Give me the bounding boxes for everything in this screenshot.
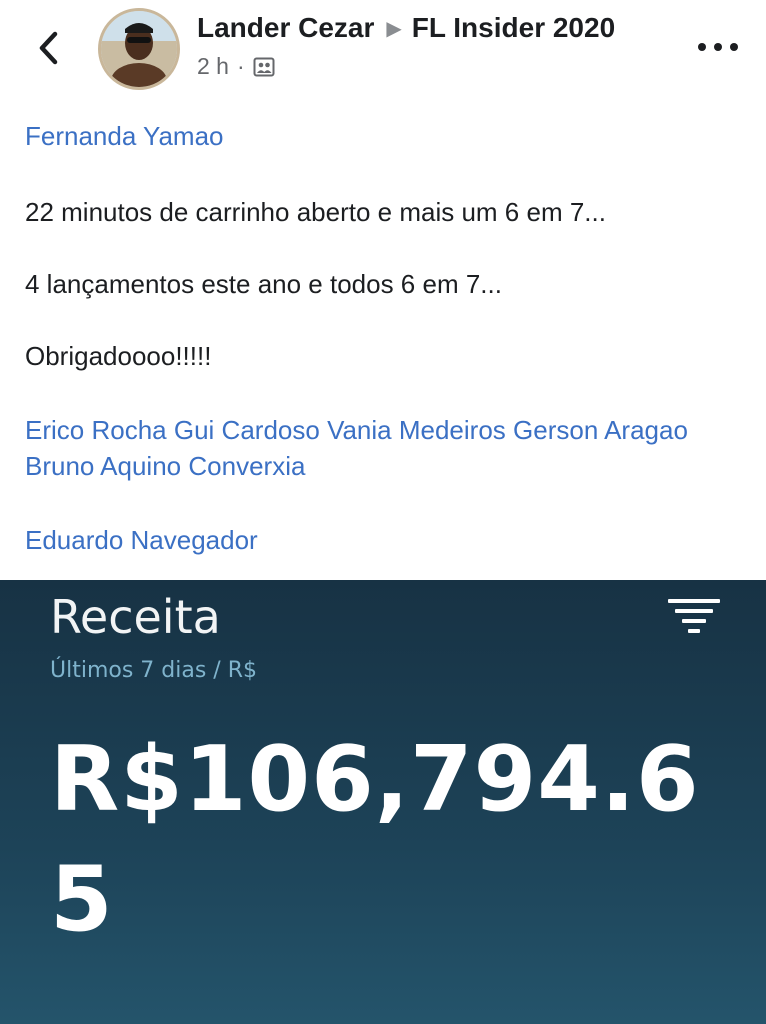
- post-image[interactable]: Receita Últimos 7 dias / R$ R$106,794.65: [0, 580, 766, 1024]
- receita-subtitle: Últimos 7 dias / R$: [50, 658, 257, 683]
- avatar[interactable]: [98, 8, 180, 90]
- group-name[interactable]: FL Insider 2020: [412, 12, 615, 44]
- receita-title: Receita: [50, 590, 221, 644]
- post-line-2: 4 lançamentos este ano e todos 6 em 7...: [25, 269, 502, 299]
- mentions-list: Erico Rocha Gui Cardoso Vania Medeiros G…: [25, 412, 745, 484]
- chevron-left-icon: [39, 31, 58, 65]
- more-options-button[interactable]: [694, 32, 742, 62]
- back-button[interactable]: [30, 26, 66, 70]
- mention-vania[interactable]: Vania Medeiros: [327, 415, 506, 445]
- meta-separator: ·: [236, 53, 245, 79]
- mention-bottom[interactable]: Eduardo Navegador: [25, 522, 745, 558]
- more-dot: [698, 43, 706, 51]
- post-line-1: 22 minutos de carrinho aberto e mais um …: [25, 197, 606, 227]
- mention-bruno[interactable]: Bruno Aquino: [25, 451, 181, 481]
- post-meta: 2 h ·: [197, 53, 275, 80]
- revenue-value: R$106,794.65: [50, 727, 700, 952]
- mention-converxia[interactable]: Converxia: [188, 451, 305, 481]
- mention-gui[interactable]: Gui Cardoso: [174, 415, 320, 445]
- author-line: Lander Cezar ▶ FL Insider 2020: [197, 12, 615, 44]
- mention-top[interactable]: Fernanda Yamao: [25, 118, 745, 154]
- post-body: Fernanda Yamao 22 minutos de carrinho ab…: [25, 118, 745, 558]
- more-dot: [714, 43, 722, 51]
- post-time[interactable]: 2 h: [197, 53, 229, 80]
- mention-gerson[interactable]: Gerson Aragao: [513, 415, 688, 445]
- post-header: Lander Cezar ▶ FL Insider 2020 2 h ·: [0, 0, 766, 100]
- author-name[interactable]: Lander Cezar: [197, 12, 374, 44]
- avatar-photo: [101, 11, 177, 87]
- mention-erico[interactable]: Erico Rocha: [25, 415, 167, 445]
- post-line-3: Obrigadoooo!!!!!: [25, 341, 212, 371]
- triangle-right-icon: ▶: [386, 17, 402, 40]
- filter-icon: [668, 599, 720, 633]
- more-dot: [730, 43, 738, 51]
- group-audience-icon: [253, 57, 275, 76]
